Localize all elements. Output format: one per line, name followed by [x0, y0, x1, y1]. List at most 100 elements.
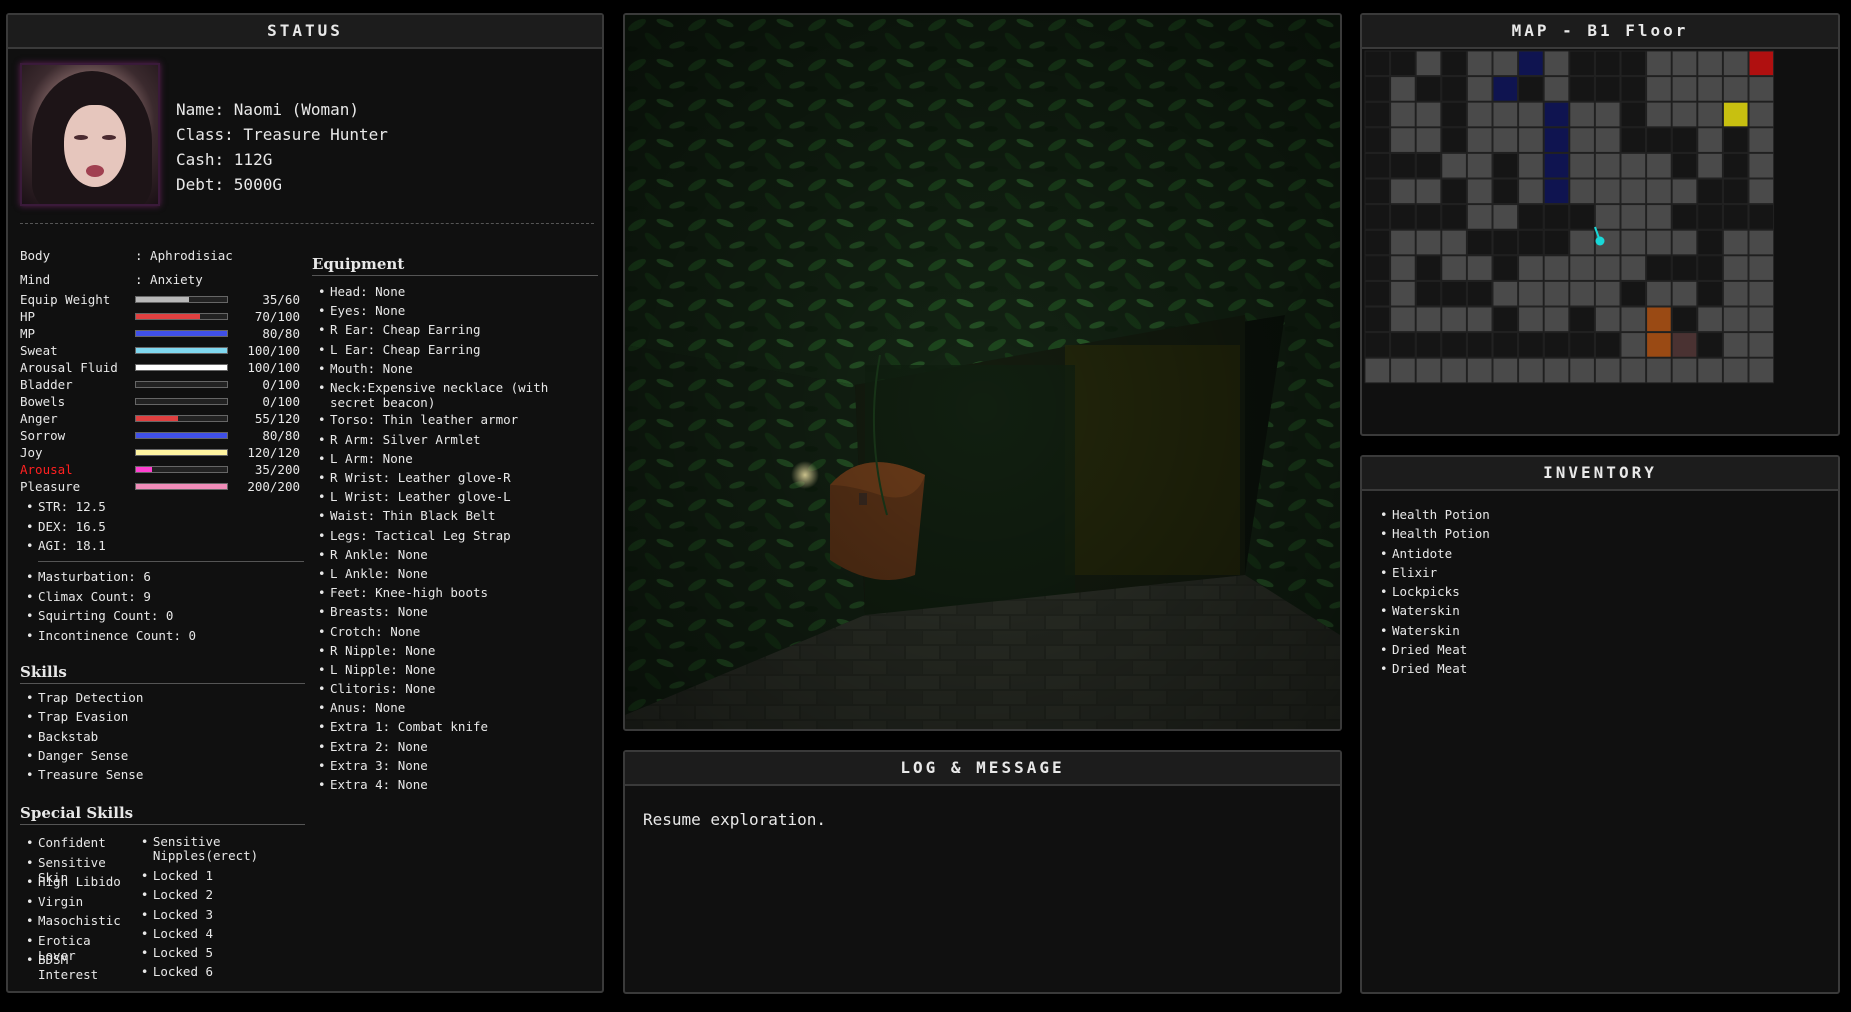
- equipment-slot[interactable]: R Wrist: Leather glove-R: [312, 470, 598, 489]
- equipment-slot[interactable]: Extra 1: Combat knife: [312, 719, 598, 738]
- map-tile: [1671, 280, 1698, 307]
- special-skill-item[interactable]: Locked 1: [135, 868, 305, 887]
- map-tile: [1569, 229, 1595, 256]
- equipment-slot[interactable]: Extra 4: None: [312, 777, 598, 796]
- special-skill-item[interactable]: Locked 4: [135, 926, 305, 945]
- inventory-panel: INVENTORY Health PotionHealth PotionAnti…: [1360, 455, 1840, 994]
- map-tile: [1415, 101, 1442, 128]
- dungeon-viewport[interactable]: [623, 13, 1342, 731]
- skill-item[interactable]: Trap Detection: [20, 690, 305, 709]
- equipment-slot[interactable]: Breasts: None: [312, 604, 598, 623]
- map-tile: [1441, 306, 1467, 333]
- map-tile: [1748, 178, 1775, 205]
- special-skill-item[interactable]: Masochistic: [20, 913, 135, 933]
- equipment-slot[interactable]: Crotch: None: [312, 624, 598, 643]
- map-tile: [1441, 332, 1467, 358]
- special-skill-item[interactable]: Locked 2: [135, 887, 305, 906]
- map-tile: [1620, 255, 1647, 281]
- equipment-slot[interactable]: L Wrist: Leather glove-L: [312, 489, 598, 508]
- map-tile: [1364, 229, 1391, 256]
- skill-item[interactable]: Trap Evasion: [20, 709, 305, 728]
- map-tile: [1518, 255, 1544, 281]
- stat-label: Bowels: [20, 394, 66, 409]
- equipment-slot[interactable]: Neck:Expensive necklace (with secret bea…: [312, 380, 598, 413]
- map-tile: [1722, 229, 1749, 256]
- special-skills-col2: Sensitive Nipples(erect)Locked 1Locked 2…: [135, 835, 305, 984]
- special-skill-item[interactable]: Locked 6: [135, 964, 305, 983]
- equipment-slot[interactable]: Extra 2: None: [312, 739, 598, 758]
- map-tile: [1543, 101, 1570, 128]
- equipment-slot[interactable]: R Arm: Silver Armlet: [312, 432, 598, 451]
- stat-label: Sweat: [20, 343, 58, 358]
- map-tile: [1518, 357, 1544, 384]
- map-tile: [1697, 152, 1723, 179]
- inventory-item[interactable]: Antidote: [1374, 546, 1826, 565]
- inventory-item[interactable]: Health Potion: [1374, 507, 1826, 526]
- map-tile: [1492, 255, 1519, 281]
- equipment-slot[interactable]: Eyes: None: [312, 303, 598, 322]
- stat-bar: [135, 347, 228, 354]
- map-tile: [1697, 127, 1723, 153]
- equipment-slot[interactable]: Extra 3: None: [312, 758, 598, 777]
- special-skill-item[interactable]: Sensitive Nipples(erect): [135, 835, 305, 868]
- map-tile: [1543, 76, 1570, 102]
- map-tile: [1543, 332, 1570, 358]
- equipment-slot[interactable]: Waist: Thin Black Belt: [312, 508, 598, 527]
- skill-item[interactable]: Treasure Sense: [20, 767, 305, 786]
- special-skill-item[interactable]: Locked 3: [135, 907, 305, 926]
- special-skill-item[interactable]: Sensitive Skin: [20, 855, 135, 885]
- map-tile: [1748, 332, 1775, 358]
- inventory-item[interactable]: Elixir: [1374, 565, 1826, 584]
- map-tile: [1492, 152, 1519, 179]
- status-title: STATUS: [8, 15, 602, 49]
- map-tile: [1620, 204, 1647, 230]
- inventory-item[interactable]: Health Potion: [1374, 526, 1826, 545]
- stat-row: HP 70/100: [20, 308, 305, 325]
- equipment-slot[interactable]: L Ankle: None: [312, 566, 598, 585]
- special-skill-item[interactable]: Erotica Lover: [20, 933, 135, 963]
- minimap[interactable]: [1362, 49, 1838, 434]
- equipment-slot[interactable]: R Ear: Cheap Earring: [312, 322, 598, 341]
- special-skill-item[interactable]: Locked 5: [135, 945, 305, 964]
- equipment-slot[interactable]: Torso: Thin leather armor: [312, 412, 598, 431]
- special-skill-item[interactable]: High Libido: [20, 874, 135, 894]
- character-portrait[interactable]: [20, 63, 160, 206]
- map-tile: [1594, 306, 1621, 333]
- stat-value: 0/100: [262, 377, 300, 392]
- equipment-slot[interactable]: Legs: Tactical Leg Strap: [312, 528, 598, 547]
- map-tile: [1748, 280, 1775, 307]
- map-tile: [1646, 101, 1672, 128]
- equipment-slot[interactable]: Feet: Knee-high boots: [312, 585, 598, 604]
- inventory-item[interactable]: Waterskin: [1374, 623, 1826, 642]
- equipment-slot[interactable]: R Ankle: None: [312, 547, 598, 566]
- map-tile: [1415, 152, 1442, 179]
- equipment-slot[interactable]: Head: None: [312, 284, 598, 303]
- equipment-slot[interactable]: L Arm: None: [312, 451, 598, 470]
- map-tile: [1594, 152, 1621, 179]
- inventory-item[interactable]: Waterskin: [1374, 603, 1826, 622]
- map-tile: [1722, 152, 1749, 179]
- inventory-item[interactable]: Dried Meat: [1374, 661, 1826, 680]
- map-tile: [1722, 178, 1749, 205]
- special-skill-item[interactable]: Confident: [20, 835, 135, 855]
- map-tile: [1620, 280, 1647, 307]
- inventory-item[interactable]: Dried Meat: [1374, 642, 1826, 661]
- special-skill-item[interactable]: Virgin: [20, 894, 135, 914]
- stat-bar: [135, 296, 228, 303]
- equipment-slot[interactable]: R Nipple: None: [312, 643, 598, 662]
- dungeon-scene: [625, 15, 1340, 729]
- map-tile: [1415, 229, 1442, 256]
- stat-value: 120/120: [247, 445, 300, 460]
- special-skill-item[interactable]: BDSM Interest: [20, 952, 135, 982]
- counts-list: Masturbation: 6Climax Count: 9Squirting …: [20, 569, 305, 647]
- skill-item[interactable]: Danger Sense: [20, 748, 305, 767]
- map-tile: [1466, 204, 1493, 230]
- equipment-slot[interactable]: Mouth: None: [312, 361, 598, 380]
- skill-item[interactable]: Backstab: [20, 729, 305, 748]
- map-tile: [1569, 332, 1595, 358]
- equipment-slot[interactable]: Anus: None: [312, 700, 598, 719]
- equipment-slot[interactable]: L Ear: Cheap Earring: [312, 342, 598, 361]
- inventory-item[interactable]: Lockpicks: [1374, 584, 1826, 603]
- equipment-slot[interactable]: L Nipple: None: [312, 662, 598, 681]
- equipment-slot[interactable]: Clitoris: None: [312, 681, 598, 700]
